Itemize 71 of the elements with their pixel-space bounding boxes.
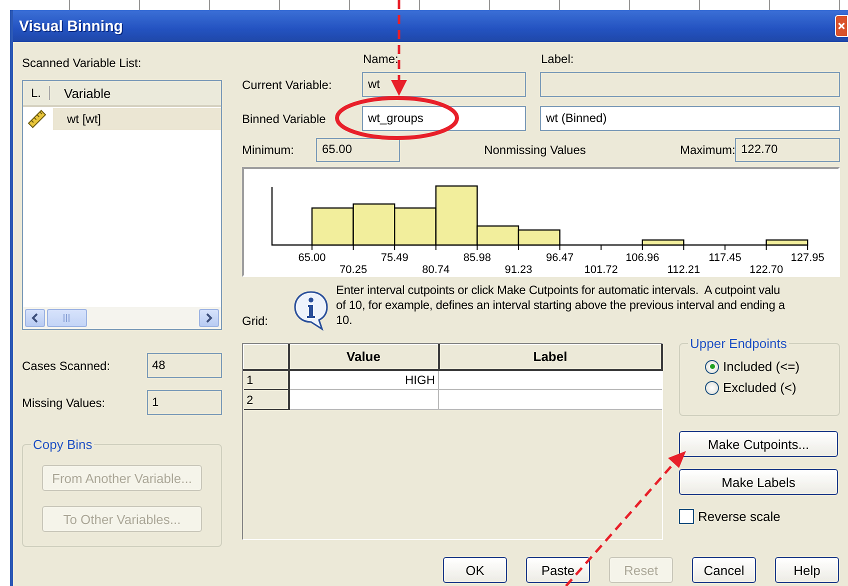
readonly-field: 122.70	[735, 138, 840, 162]
axis-tick-label: 91.23	[504, 264, 532, 275]
chevron-right-icon	[205, 313, 213, 323]
checkbox[interactable]	[679, 509, 694, 524]
scroll-thumb[interactable]	[47, 309, 87, 327]
scroll-left-button[interactable]	[25, 309, 45, 327]
axis-tick-label: 101.72	[584, 264, 618, 275]
row-number: 1	[244, 370, 288, 390]
chevron-left-icon	[31, 313, 39, 323]
axis-tick-label: 80.74	[422, 264, 450, 275]
list-item[interactable]: wt [wt]	[53, 108, 221, 130]
readonly-field: 48	[147, 353, 222, 378]
readonly-field: 65.00	[316, 138, 400, 162]
action-button[interactable]: Make Cutpoints...	[679, 431, 838, 457]
grid-cell[interactable]	[288, 390, 438, 410]
column-label: Name:	[363, 52, 400, 68]
axis-tick-label: 85.98	[463, 252, 491, 264]
dialog-button[interactable]: OK	[443, 557, 507, 583]
axis-tick-label: 75.49	[380, 252, 408, 264]
axis-tick-label: 117.45	[708, 252, 742, 264]
column-header[interactable]: Label	[438, 344, 662, 370]
field-label: Missing Values:	[22, 396, 106, 410]
list-label: Scanned Variable List:	[22, 56, 142, 72]
axis-tick-label: 127.95	[790, 252, 824, 264]
name-field[interactable]: wt_groups	[362, 106, 526, 131]
action-button[interactable]: Make Labels	[679, 469, 838, 495]
field-label: Minimum:	[242, 143, 296, 157]
grid-cell[interactable]	[438, 390, 662, 410]
label-field[interactable]: wt (Binned)	[540, 106, 840, 131]
histogram-bar	[311, 207, 354, 246]
column-header[interactable]: Value	[288, 344, 438, 370]
histogram-title: Nonmissing Values	[483, 143, 587, 157]
radio-label[interactable]: Included (<=)	[723, 359, 800, 374]
radio-button[interactable]	[705, 360, 719, 374]
grid-cell[interactable]	[438, 370, 662, 390]
window-title: Visual Binning	[19, 18, 123, 34]
grip-icon	[63, 314, 71, 322]
axis-tick-label: 112.21	[667, 264, 700, 275]
row-number: 2	[244, 390, 288, 410]
checkbox-label[interactable]: Reverse scale	[698, 509, 780, 524]
info-text: Enter interval cutpoints or click Make Cutpoints for automatic intervals. A cutpoint valu of 10, for example, defines an interval starting above the previous interval and ending a 10.	[336, 283, 785, 329]
axis-tick-label: 96.47	[546, 252, 574, 264]
radio-button[interactable]	[705, 380, 719, 394]
field-label: Cases Scanned:	[22, 358, 110, 372]
histogram-bar	[518, 229, 560, 246]
scroll-right-button[interactable]	[199, 309, 219, 327]
axis-tick-label: 65.00	[298, 252, 326, 264]
radio-label[interactable]: Excluded (<)	[723, 380, 796, 395]
horizontal-scrollbar[interactable]	[23, 307, 221, 329]
label-field[interactable]	[540, 72, 840, 97]
dialog-button[interactable]: Paste	[526, 557, 590, 583]
field-label: Maximum:	[680, 143, 735, 157]
dialog-button[interactable]: Cancel	[692, 557, 756, 583]
field-label: Current Variable:	[242, 78, 333, 92]
group-title: Upper Endpoints	[688, 336, 789, 351]
axis-tick-label: 106.96	[626, 252, 660, 264]
close-button[interactable]	[835, 15, 848, 37]
histogram-bar	[352, 203, 396, 246]
column-header[interactable]: L.	[23, 86, 50, 100]
axis-tick-label: 122.70	[749, 264, 784, 275]
histogram-bar	[766, 239, 808, 246]
column-label: Label:	[541, 52, 574, 68]
info-icon	[292, 289, 330, 331]
axis-tick-label: 70.25	[340, 264, 368, 275]
field-label: Grid:	[242, 314, 270, 328]
readonly-field: 1	[147, 390, 222, 415]
column-header[interactable]: Variable	[50, 86, 111, 100]
dialog-button[interactable]: Help	[775, 557, 839, 583]
group-title: Copy Bins	[31, 437, 94, 452]
histogram-bar	[642, 239, 684, 246]
field-label: Binned Variable	[242, 112, 327, 126]
